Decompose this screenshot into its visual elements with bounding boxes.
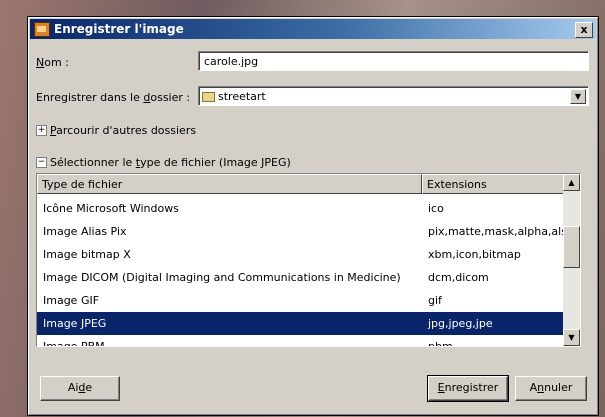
save-image-dialog: Enregistrer l'image x Nom : carole.jpg E… <box>27 16 599 416</box>
folder-icon <box>202 92 215 102</box>
arrow-down-icon[interactable]: ▼ <box>563 329 580 346</box>
filetype-section-toggle[interactable]: Sélectionner le type de fichier (Image J… <box>50 156 291 169</box>
table-row[interactable]: Image Alias Pix pix,matte,mask,alpha,als <box>37 220 566 243</box>
help-button[interactable]: Aide <box>40 376 120 401</box>
cancel-button[interactable]: Annuler <box>515 376 587 401</box>
table-row-selected[interactable]: Image JPEG jpg,jpeg,jpe <box>37 312 566 335</box>
save-button[interactable]: Enregistrer <box>427 375 509 402</box>
filename-input[interactable]: carole.jpg <box>198 51 589 71</box>
table-row[interactable]: Image PBMpbm <box>37 335 566 346</box>
name-label: Nom : <box>36 56 69 69</box>
column-header-extensions[interactable]: Extensions <box>422 174 566 194</box>
browse-expander-icon[interactable]: + <box>36 125 47 136</box>
scrollbar-thumb[interactable] <box>563 226 580 268</box>
table-row[interactable]: Image bitmap Xxbm,icon,bitmap <box>37 243 566 266</box>
arrow-up-icon[interactable]: ▲ <box>563 174 580 191</box>
chevron-down-icon[interactable]: ▼ <box>570 89 586 104</box>
table-row[interactable]: Image DICOM (Digital Imaging and Communi… <box>37 266 566 289</box>
browse-folders-toggle[interactable]: Parcourir d'autres dossiers <box>50 124 196 137</box>
folder-combo[interactable]: streetart ▼ <box>198 86 589 106</box>
close-button[interactable]: x <box>575 22 593 38</box>
gimp-wilber-icon <box>34 22 50 37</box>
folder-label: Enregistrer dans le dossier : <box>36 91 191 104</box>
table-row[interactable]: Icône Microsoft Windows ico <box>37 197 566 220</box>
folder-value: streetart <box>218 90 266 103</box>
title-bar[interactable]: Enregistrer l'image x <box>30 19 596 39</box>
filetype-list[interactable]: Type de fichier Extensions Icône Microso… <box>36 173 581 347</box>
window-title: Enregistrer l'image <box>54 22 184 36</box>
vertical-scrollbar[interactable]: ▲ ▼ <box>563 174 580 346</box>
list-rows: Icône Microsoft Windows ico Image Alias P… <box>37 194 566 346</box>
column-header-type[interactable]: Type de fichier <box>37 174 422 194</box>
filetype-expander-icon[interactable]: − <box>36 157 47 168</box>
table-row[interactable]: Image GIF gif <box>37 289 566 312</box>
list-header: Type de fichier Extensions <box>37 174 566 194</box>
